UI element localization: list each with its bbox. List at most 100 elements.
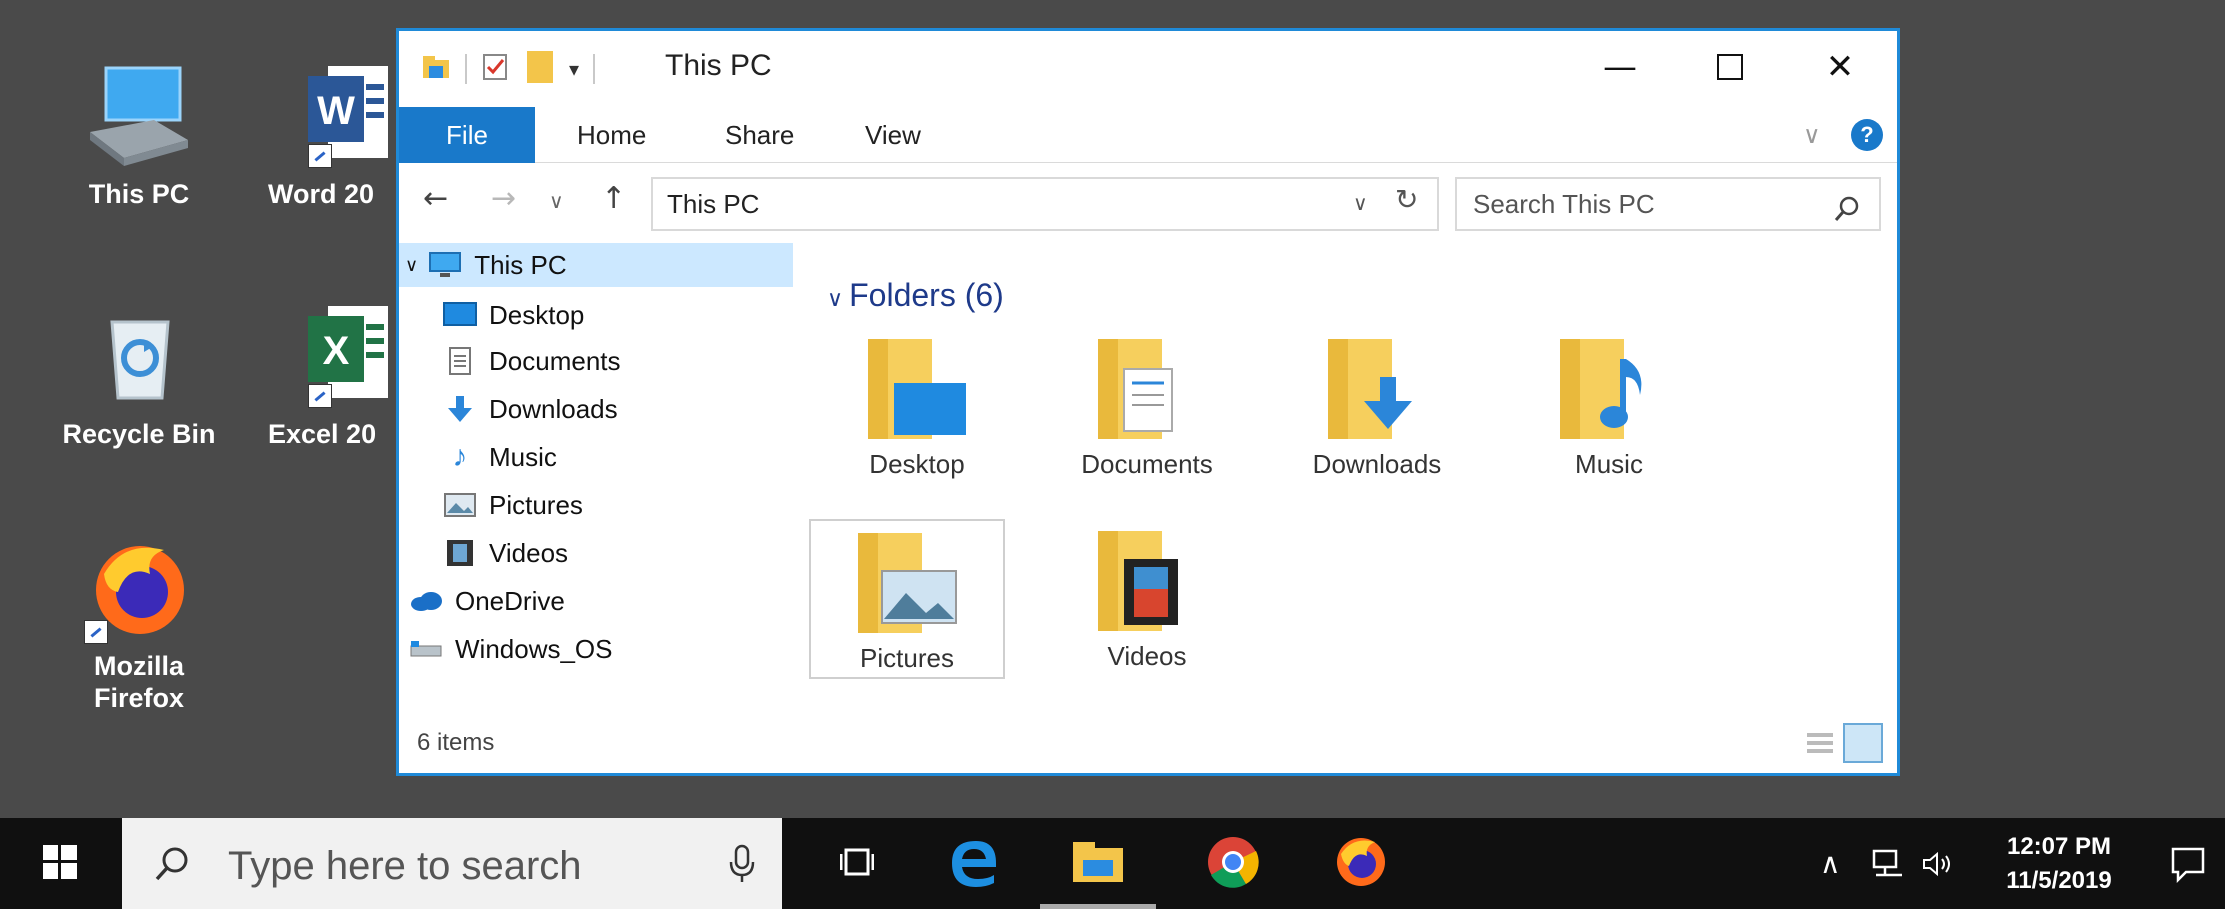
microphone-icon[interactable] [728,844,756,884]
documents-icon [443,346,477,376]
desktop-icon-this-pc[interactable]: This PC [54,62,224,210]
close-button[interactable]: ✕ [1785,39,1895,95]
new-folder-icon[interactable] [525,49,555,89]
folder-tile-desktop[interactable]: Desktop [819,337,1015,495]
taskbar: Type here to search ∧ 12:07 PM 11/5/2019 [0,818,2225,909]
search-input[interactable]: Search This PC [1455,177,1881,231]
large-icons-view-icon[interactable] [1843,723,1883,763]
expand-ribbon-icon[interactable]: ∨ [1803,121,1821,149]
desktop-icon-word[interactable]: W Word 20 [268,62,408,210]
svg-text:X: X [323,329,350,373]
sidebar-item-desktop[interactable]: Desktop [443,293,584,337]
status-bar: 6 items [399,711,1897,773]
folder-tile-documents[interactable]: Documents [1049,337,1245,495]
taskbar-clock[interactable]: 12:07 PM 11/5/2019 [1984,830,2134,898]
sidebar-item-downloads[interactable]: Downloads [443,387,618,431]
show-hidden-icons-chevron-icon[interactable]: ∧ [1820,818,1841,909]
tab-share[interactable]: Share [725,107,794,163]
close-icon: ✕ [1825,47,1855,87]
desktop-icon-recycle-bin[interactable]: Recycle Bin [54,302,224,450]
file-explorer-window[interactable]: ▾ This PC — ✕ File Home Share View ∨ ? ←… [396,28,1900,776]
folder-tile-downloads[interactable]: Downloads [1279,337,1475,495]
network-icon[interactable] [1872,818,1906,909]
sidebar-item-documents[interactable]: Documents [443,339,621,383]
taskbar-app-edge[interactable] [928,818,1018,909]
sidebar-item-label: Desktop [489,299,585,330]
folder-label: Pictures [860,643,954,673]
details-view-icon[interactable] [1805,729,1835,759]
sidebar-item-pictures[interactable]: Pictures [443,483,583,527]
desktop-icon-excel[interactable]: X Excel 20 [268,302,408,450]
action-center-icon[interactable] [2168,844,2208,884]
folder-tile-pictures[interactable]: Pictures [809,519,1005,679]
downloads-icon [443,394,477,424]
folder-label: Videos [1107,641,1187,671]
sidebar-item-label: This PC [474,249,567,280]
taskbar-search-box[interactable]: Type here to search [122,818,782,909]
navigation-pane: ∨ This PC Desktop Documents Downloads ♪ … [399,243,793,705]
sidebar-item-label: Documents [489,345,621,376]
sidebar-item-label: Windows_OS [455,633,613,664]
search-icon [154,846,190,882]
documents-folder-icon [1094,337,1200,445]
tab-file[interactable]: File [399,107,535,163]
drive-icon [409,634,443,664]
folder-label: Documents [1081,449,1213,479]
folder-tile-videos[interactable]: Videos [1049,519,1245,677]
sidebar-item-this-pc[interactable]: ∨ This PC [399,243,793,287]
group-header-label: Folders (6) [849,277,1004,313]
customize-qat-icon[interactable]: ▾ [569,57,579,81]
desktop-icon-firefox[interactable]: Mozilla Firefox [54,534,224,714]
help-icon[interactable]: ? [1851,119,1883,151]
desktop-icon-label-line1: Mozilla [93,651,184,681]
task-view-button[interactable] [812,818,902,909]
videos-icon [443,538,477,568]
pictures-folder-icon [854,531,960,639]
address-row: ← → ∨ ↑ This PC ∨ ↻ Search This PC [399,163,1897,243]
folder-tile-music[interactable]: Music [1511,337,1707,495]
tab-view[interactable]: View [865,107,921,163]
divider [593,54,596,84]
sidebar-item-onedrive[interactable]: OneDrive [409,579,565,623]
sidebar-item-label: Downloads [489,393,618,424]
recycle-bin-icon [84,302,194,412]
minimize-button[interactable]: — [1565,39,1675,95]
address-dropdown-icon[interactable]: ∨ [1353,191,1368,215]
sidebar-item-windows-os[interactable]: Windows_OS [409,627,613,671]
sidebar-item-videos[interactable]: Videos [443,531,568,575]
up-arrow-icon[interactable]: ↑ [601,181,626,216]
expand-chevron-icon[interactable]: ∨ [405,255,418,276]
taskbar-app-file-explorer[interactable] [1040,818,1156,909]
folders-group-header[interactable]: ∨ Folders (6) [827,277,1004,314]
taskbar-app-firefox[interactable] [1316,818,1406,909]
taskbar-search-placeholder: Type here to search [228,844,582,888]
address-text: This PC [667,189,760,219]
task-view-icon [839,848,875,880]
address-bar[interactable]: This PC [651,177,1439,231]
clock-time: 12:07 PM [2006,833,2112,860]
volume-icon[interactable] [1922,818,1954,909]
desktop-icon-label: This PC [88,179,190,209]
properties-icon[interactable] [481,52,511,86]
folder-label: Music [1575,449,1643,479]
sidebar-item-music[interactable]: ♪ Music [443,435,557,479]
forward-arrow-icon[interactable]: → [491,181,516,216]
tab-home[interactable]: Home [577,107,646,163]
title-bar[interactable]: ▾ This PC — ✕ [399,31,1897,107]
recent-locations-chevron-icon[interactable]: ∨ [549,189,564,213]
divider [465,54,467,84]
sidebar-item-label: Music [489,441,557,472]
windows-logo-icon [43,844,77,883]
sidebar-item-label: OneDrive [455,585,565,616]
item-count: 6 items [417,729,495,756]
desktop-icon [443,300,477,330]
back-arrow-icon[interactable]: ← [423,181,448,216]
refresh-icon[interactable]: ↻ [1395,183,1418,216]
start-button[interactable] [0,818,120,909]
music-note-icon: ♪ [452,440,468,473]
excel-icon: X [308,302,388,412]
monitor-icon [428,250,462,280]
maximize-button[interactable] [1675,39,1785,95]
monitor-icon [84,62,194,172]
taskbar-app-chrome[interactable] [1188,818,1278,909]
